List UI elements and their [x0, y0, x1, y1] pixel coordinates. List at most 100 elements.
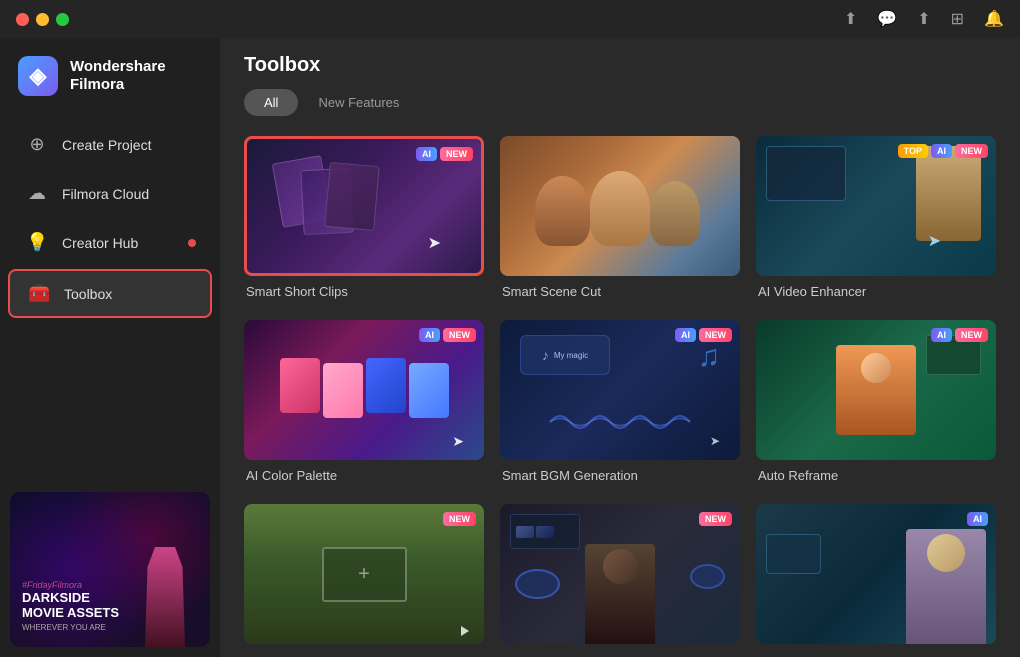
- logo-icon: ◈: [18, 56, 58, 96]
- badge-group-1: AI NEW: [416, 147, 473, 161]
- thumbnail-8: NEW: [500, 504, 740, 644]
- sidebar-item-creator-hub[interactable]: 💡 Creator Hub: [8, 220, 212, 265]
- maximize-button[interactable]: [56, 13, 69, 26]
- grid-item-ai-color-palette[interactable]: ➤ AI NEW AI Color Palette: [244, 320, 484, 488]
- badge-ai-1: AI: [416, 147, 437, 161]
- tab-new-features[interactable]: New Features: [298, 89, 419, 116]
- sidebar-item-create-project[interactable]: ⊕ Create Project: [8, 122, 212, 167]
- minimize-button[interactable]: [36, 13, 49, 26]
- billboard-icon: +: [358, 563, 370, 586]
- blonde-overlay: [766, 534, 821, 574]
- blonde-content: [756, 504, 996, 644]
- people-faces: [500, 136, 740, 276]
- face-3: [650, 181, 700, 246]
- badge-group-4: AI NEW: [419, 328, 476, 342]
- thumbnail-ai-video-enhancer: ➤ TOP AI NEW: [756, 136, 996, 276]
- app-logo: ◈ Wondershare Filmora: [0, 38, 220, 120]
- label-ai-video-enhancer: AI Video Enhancer: [756, 284, 996, 299]
- close-button[interactable]: [16, 13, 29, 26]
- nav-label-creator-hub: Creator Hub: [62, 235, 138, 251]
- badge-new-4: NEW: [443, 328, 476, 342]
- badge-new-7: NEW: [443, 512, 476, 526]
- music-note-icon: ♫: [698, 340, 721, 374]
- badge-group-7: NEW: [443, 512, 476, 526]
- label-smart-bgm: Smart BGM Generation: [500, 468, 740, 483]
- promo-hashtag: #FridayFilmora: [22, 580, 210, 590]
- grid-item-auto-reframe[interactable]: AI NEW Auto Reframe: [756, 320, 996, 488]
- window-controls: [16, 13, 69, 26]
- face-2: [590, 171, 650, 246]
- badge-ai-4: AI: [419, 328, 440, 342]
- reframe-head: [861, 353, 891, 383]
- label-ai-color-palette: AI Color Palette: [244, 468, 484, 483]
- upload-icon[interactable]: ⬆: [917, 9, 930, 29]
- promo-text-block: #FridayFilmora DARKSIDE MOVIE ASSETS WHE…: [22, 580, 210, 632]
- titlebar: ⬆ 💬 ⬆ ⊞ 🔔: [0, 0, 1020, 38]
- thumbnail-smart-bgm: ♪ My magic ♫ ➤ AI NEW: [500, 320, 740, 460]
- grid-icon[interactable]: ⊞: [951, 9, 964, 29]
- reframe-person: [836, 345, 916, 435]
- badge-group-9: AI: [967, 512, 988, 526]
- blonde-head: [927, 534, 965, 572]
- badge-ai-9: AI: [967, 512, 988, 526]
- tab-all[interactable]: All: [244, 89, 298, 116]
- sidebar-item-filmora-cloud[interactable]: ☁ Filmora Cloud: [8, 171, 212, 216]
- label-smart-short-clips: Smart Short Clips: [244, 284, 484, 299]
- face-1: [535, 176, 590, 246]
- badge-new-1: NEW: [440, 147, 473, 161]
- badge-new-3: NEW: [955, 144, 988, 158]
- col-card-3: [366, 358, 406, 413]
- badge-new-5: NEW: [699, 328, 732, 342]
- thumbnail-auto-reframe: AI NEW: [756, 320, 996, 460]
- plus-circle-icon: ⊕: [26, 134, 48, 155]
- page-title: Toolbox: [244, 54, 996, 77]
- cloud-icon: ☁: [26, 183, 48, 204]
- col-card-4: [409, 363, 449, 418]
- screen-overlay: [766, 146, 846, 201]
- cursor-icon-2: ➤: [928, 231, 941, 251]
- badge-ai-5: AI: [675, 328, 696, 342]
- toolbox-grid: ➤ AI NEW Smart Short Clips: [220, 128, 1020, 657]
- label-smart-scene-cut: Smart Scene Cut: [500, 284, 740, 299]
- badge-group-8: NEW: [699, 512, 732, 526]
- cursor-7: [461, 626, 469, 636]
- grid-item-ai-video-enhancer[interactable]: ➤ TOP AI NEW AI Video Enhancer: [756, 136, 996, 304]
- lightbulb-icon: 💡: [26, 232, 48, 253]
- music-ui-card: ♪ My magic: [520, 335, 610, 375]
- label-auto-reframe: Auto Reframe: [756, 468, 996, 483]
- cursor-icon-3: ➤: [452, 433, 464, 450]
- main-content: Toolbox All New Features ➤ AI NEW: [220, 0, 1020, 657]
- app-name-line1: Wondershare: [70, 58, 166, 76]
- logo-text: Wondershare Filmora: [70, 58, 166, 94]
- grid-item-smart-bgm[interactable]: ♪ My magic ♫ ➤ AI NEW: [500, 320, 740, 488]
- grid-item-8[interactable]: NEW: [500, 504, 740, 657]
- cursor-icon-1: ➤: [428, 233, 441, 253]
- dark-circle-1: [515, 569, 560, 599]
- badge-group-5: AI NEW: [675, 328, 732, 342]
- promo-title1: DARKSIDE: [22, 590, 210, 606]
- dark-ui-card: [510, 514, 580, 549]
- grid-item-7[interactable]: + NEW: [244, 504, 484, 657]
- bell-icon[interactable]: 🔔: [984, 9, 1004, 29]
- dark-screens: [516, 526, 554, 538]
- sidebar: ◈ Wondershare Filmora ⊕ Create Project ☁…: [0, 0, 220, 657]
- dark-circle-2: [690, 564, 725, 589]
- thumbnail-7: + NEW: [244, 504, 484, 644]
- content-header: Toolbox All New Features: [220, 38, 1020, 128]
- promo-banner[interactable]: #FridayFilmora DARKSIDE MOVIE ASSETS WHE…: [10, 492, 210, 647]
- badge-new-8: NEW: [699, 512, 732, 526]
- tab-bar: All New Features: [244, 89, 996, 116]
- music-icon: ♪: [542, 347, 549, 363]
- badge-group-6: AI NEW: [931, 328, 988, 342]
- music-text: My magic: [554, 351, 588, 360]
- grid-item-9[interactable]: AI: [756, 504, 996, 657]
- badge-new-6: NEW: [955, 328, 988, 342]
- thumbnail-smart-scene-cut: [500, 136, 740, 276]
- nav-label-filmora-cloud: Filmora Cloud: [62, 186, 149, 202]
- grid-item-smart-short-clips[interactable]: ➤ AI NEW Smart Short Clips: [244, 136, 484, 304]
- share-icon[interactable]: ⬆: [844, 9, 857, 29]
- grid-item-smart-scene-cut[interactable]: Smart Scene Cut: [500, 136, 740, 304]
- chat-icon[interactable]: 💬: [877, 9, 897, 29]
- nav-label-create-project: Create Project: [62, 137, 151, 153]
- sidebar-item-toolbox[interactable]: 🧰 Toolbox: [8, 269, 212, 318]
